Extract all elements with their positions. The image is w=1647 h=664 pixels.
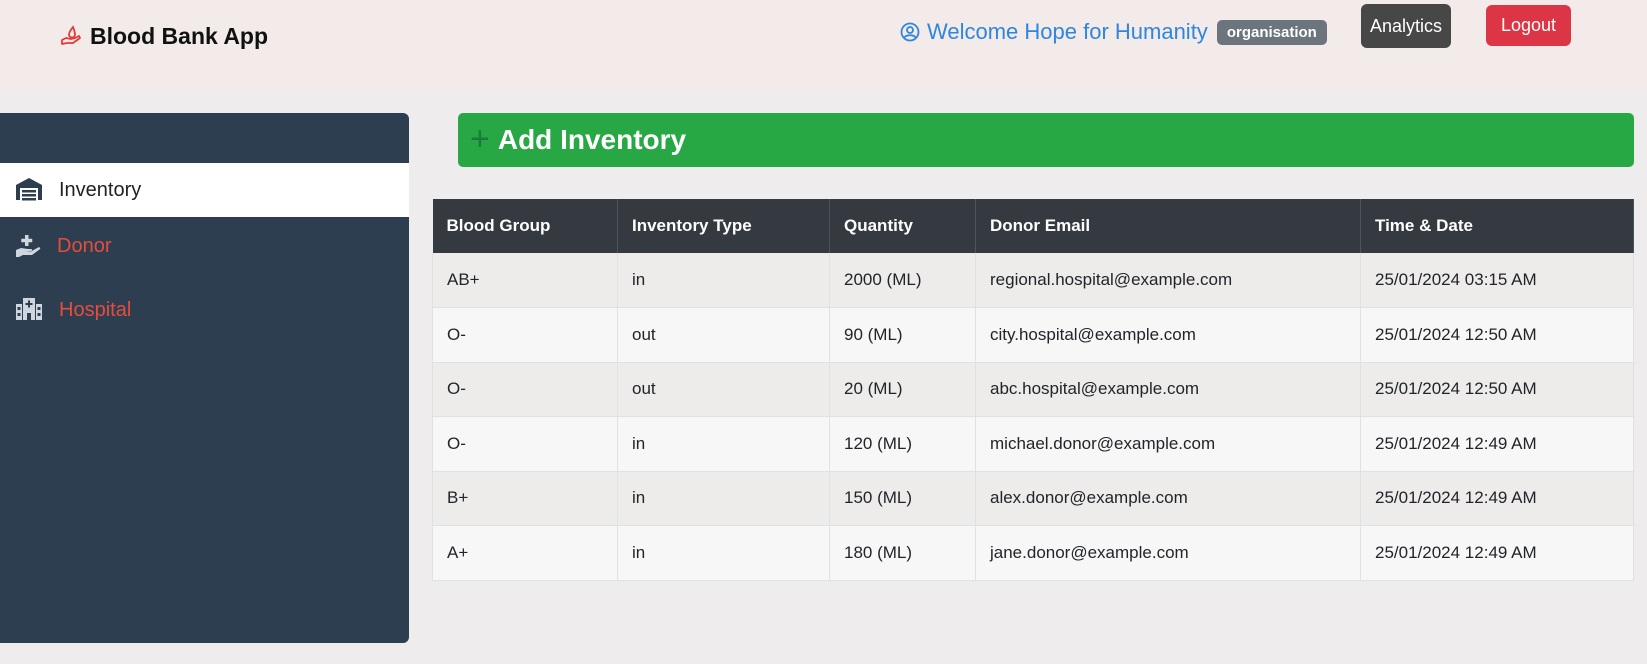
- cell-donor-email: michael.donor@example.com: [975, 416, 1361, 472]
- hand-holding-medical-icon: [15, 233, 43, 259]
- column-header-inventory-type[interactable]: Inventory Type: [617, 199, 830, 253]
- sidebar-item-label: Donor: [57, 234, 112, 257]
- sidebar-item-inventory[interactable]: Inventory: [0, 163, 409, 217]
- cell-blood-group: O-: [432, 362, 618, 417]
- add-inventory-button[interactable]: + Add Inventory: [458, 113, 1634, 167]
- table-row: O- out 20 (ML) abc.hospital@example.com …: [432, 362, 1634, 417]
- cell-quantity: 90 (ML): [829, 307, 976, 363]
- table-row: O- out 90 (ML) city.hospital@example.com…: [432, 307, 1634, 363]
- role-badge: organisation: [1216, 19, 1327, 45]
- cell-donor-email: regional.hospital@example.com: [975, 253, 1361, 308]
- add-inventory-label: Add Inventory: [497, 124, 687, 155]
- hospital-icon: [15, 297, 43, 323]
- cell-inventory-type: in: [617, 416, 830, 472]
- warehouse-icon: [15, 177, 43, 203]
- cell-time-date: 25/01/2024 12:49 AM: [1360, 525, 1634, 581]
- cell-inventory-type: out: [617, 307, 830, 363]
- cell-quantity: 2000 (ML): [829, 253, 976, 308]
- cell-donor-email: jane.donor@example.com: [975, 525, 1361, 581]
- cell-time-date: 25/01/2024 12:50 AM: [1360, 307, 1634, 363]
- cell-time-date: 25/01/2024 12:49 AM: [1360, 416, 1634, 472]
- table-row: AB+ in 2000 (ML) regional.hospital@examp…: [432, 253, 1634, 308]
- column-header-quantity[interactable]: Quantity: [829, 199, 976, 253]
- top-navbar: Blood Bank App Welcome Hope for Humanity…: [0, 0, 1647, 90]
- column-header-time-date[interactable]: Time & Date: [1360, 199, 1634, 253]
- cell-inventory-type: in: [617, 253, 830, 308]
- table-row: O- in 120 (ML) michael.donor@example.com…: [432, 416, 1634, 472]
- welcome-message: Welcome Hope for Humanity organisation: [900, 17, 1327, 47]
- sidebar-item-hospital[interactable]: Hospital: [0, 283, 409, 337]
- column-header-blood-group[interactable]: Blood Group: [432, 199, 618, 253]
- cell-donor-email: abc.hospital@example.com: [975, 362, 1361, 417]
- inventory-table: Blood Group Inventory Type Quantity Dono…: [432, 199, 1634, 581]
- cell-time-date: 25/01/2024 12:49 AM: [1360, 471, 1634, 526]
- cell-quantity: 150 (ML): [829, 471, 976, 526]
- cell-blood-group: A+: [432, 525, 618, 581]
- cell-quantity: 120 (ML): [829, 416, 976, 472]
- cell-blood-group: AB+: [432, 253, 618, 308]
- table-header-row: Blood Group Inventory Type Quantity Dono…: [432, 199, 1634, 253]
- column-header-donor-email[interactable]: Donor Email: [975, 199, 1361, 253]
- hand-holding-droplet-icon: [60, 25, 82, 47]
- table-row: B+ in 150 (ML) alex.donor@example.com 25…: [432, 471, 1634, 526]
- sidebar-item-label: Inventory: [59, 178, 142, 201]
- cell-quantity: 180 (ML): [829, 525, 976, 581]
- sidebar-item-label: Hospital: [59, 298, 132, 321]
- welcome-text: Welcome Hope for Humanity: [927, 19, 1208, 44]
- brand[interactable]: Blood Bank App: [60, 22, 268, 50]
- cell-blood-group: O-: [432, 307, 618, 363]
- table-row: A+ in 180 (ML) jane.donor@example.com 25…: [432, 525, 1634, 581]
- cell-blood-group: O-: [432, 416, 618, 472]
- analytics-button[interactable]: Analytics: [1361, 4, 1451, 48]
- sidebar: Inventory Donor Hospital: [0, 113, 409, 643]
- cell-time-date: 25/01/2024 03:15 AM: [1360, 253, 1634, 308]
- sidebar-item-donor[interactable]: Donor: [0, 219, 409, 273]
- cell-donor-email: alex.donor@example.com: [975, 471, 1361, 526]
- user-circle-icon: [900, 22, 920, 42]
- cell-inventory-type: in: [617, 471, 830, 526]
- logout-button[interactable]: Logout: [1486, 5, 1571, 46]
- cell-quantity: 20 (ML): [829, 362, 976, 417]
- cell-time-date: 25/01/2024 12:50 AM: [1360, 362, 1634, 417]
- plus-icon: +: [470, 119, 490, 158]
- app-title: Blood Bank App: [90, 22, 269, 49]
- cell-inventory-type: out: [617, 362, 830, 417]
- cell-blood-group: B+: [432, 471, 618, 526]
- cell-donor-email: city.hospital@example.com: [975, 307, 1361, 363]
- cell-inventory-type: in: [617, 525, 830, 581]
